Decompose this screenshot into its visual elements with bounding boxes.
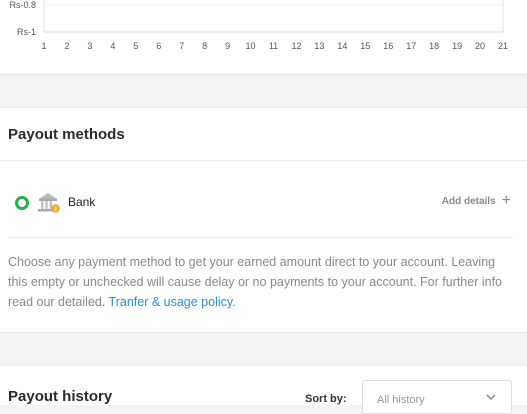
x-tick-label: 21 (498, 41, 508, 51)
payout-methods-title: Payout methods (8, 126, 125, 143)
bank-radio[interactable] (15, 196, 29, 210)
x-tick-label: 17 (406, 41, 416, 51)
y-tick-label: Rs-0.8 (9, 0, 36, 10)
transfer-usage-policy-link[interactable]: Tranfer & usage policy. (109, 295, 236, 309)
x-tick-label: 2 (64, 41, 69, 51)
earnings-chart-card: Rs-0.8 Rs-1 1 2 3 4 5 6 7 8 9 10 11 12 13 14 15 16 17 18 19… (0, 0, 527, 75)
x-tick-label: 10 (246, 41, 256, 51)
x-tick-label: 6 (156, 41, 161, 51)
sort-by-select[interactable]: All history (362, 380, 512, 414)
payout-history-title: Payout history (8, 388, 113, 405)
payout-history-card: Payout history Sort by: All history (0, 365, 527, 414)
payout-policy-text: Choose any payment method to get your ea… (8, 252, 513, 312)
x-tick-label: 20 (475, 41, 485, 51)
add-details-button[interactable]: Add details + (441, 192, 511, 209)
earnings-chart: Rs-0.8Rs-1 1 2 3 4 5 6 7 8 9 10 11 12 13 14 15 16 17 18 19… (9, 0, 508, 51)
x-tick-label: 5 (133, 41, 138, 51)
divider (0, 160, 527, 161)
x-tick-label: 3 (87, 41, 92, 51)
divider (8, 237, 513, 238)
bank-icon: $ (38, 193, 60, 213)
x-tick-label: 18 (429, 41, 439, 51)
x-tick-label: 8 (202, 41, 207, 51)
svg-text:$: $ (54, 207, 57, 213)
x-tick-label: 13 (314, 41, 324, 51)
add-details-label: Add details (441, 195, 496, 207)
x-tick-label: 12 (291, 41, 301, 51)
x-tick-label: 1 (41, 41, 46, 51)
sort-by-label: Sort by: (305, 393, 347, 405)
x-tick-label: 11 (269, 41, 278, 51)
x-tick-label: 4 (110, 41, 115, 51)
x-tick-label: 19 (452, 41, 462, 51)
x-tick-label: 7 (179, 41, 184, 51)
policy-description: Choose any payment method to get your ea… (8, 255, 502, 309)
x-tick-label: 16 (383, 41, 393, 51)
chevron-down-icon (486, 394, 496, 401)
x-tick-label: 14 (337, 41, 347, 51)
bank-label: Bank (68, 195, 96, 209)
y-tick-label: Rs-1 (17, 27, 36, 37)
x-tick-label: 15 (360, 41, 370, 51)
payout-methods-card: Payout methods $ Bank Add details + Choo… (0, 107, 527, 333)
sort-by-value: All history (377, 394, 425, 406)
x-tick-label: 9 (225, 41, 230, 51)
plus-icon: + (501, 192, 511, 209)
payout-method-bank[interactable]: $ Bank Add details + (0, 188, 527, 216)
